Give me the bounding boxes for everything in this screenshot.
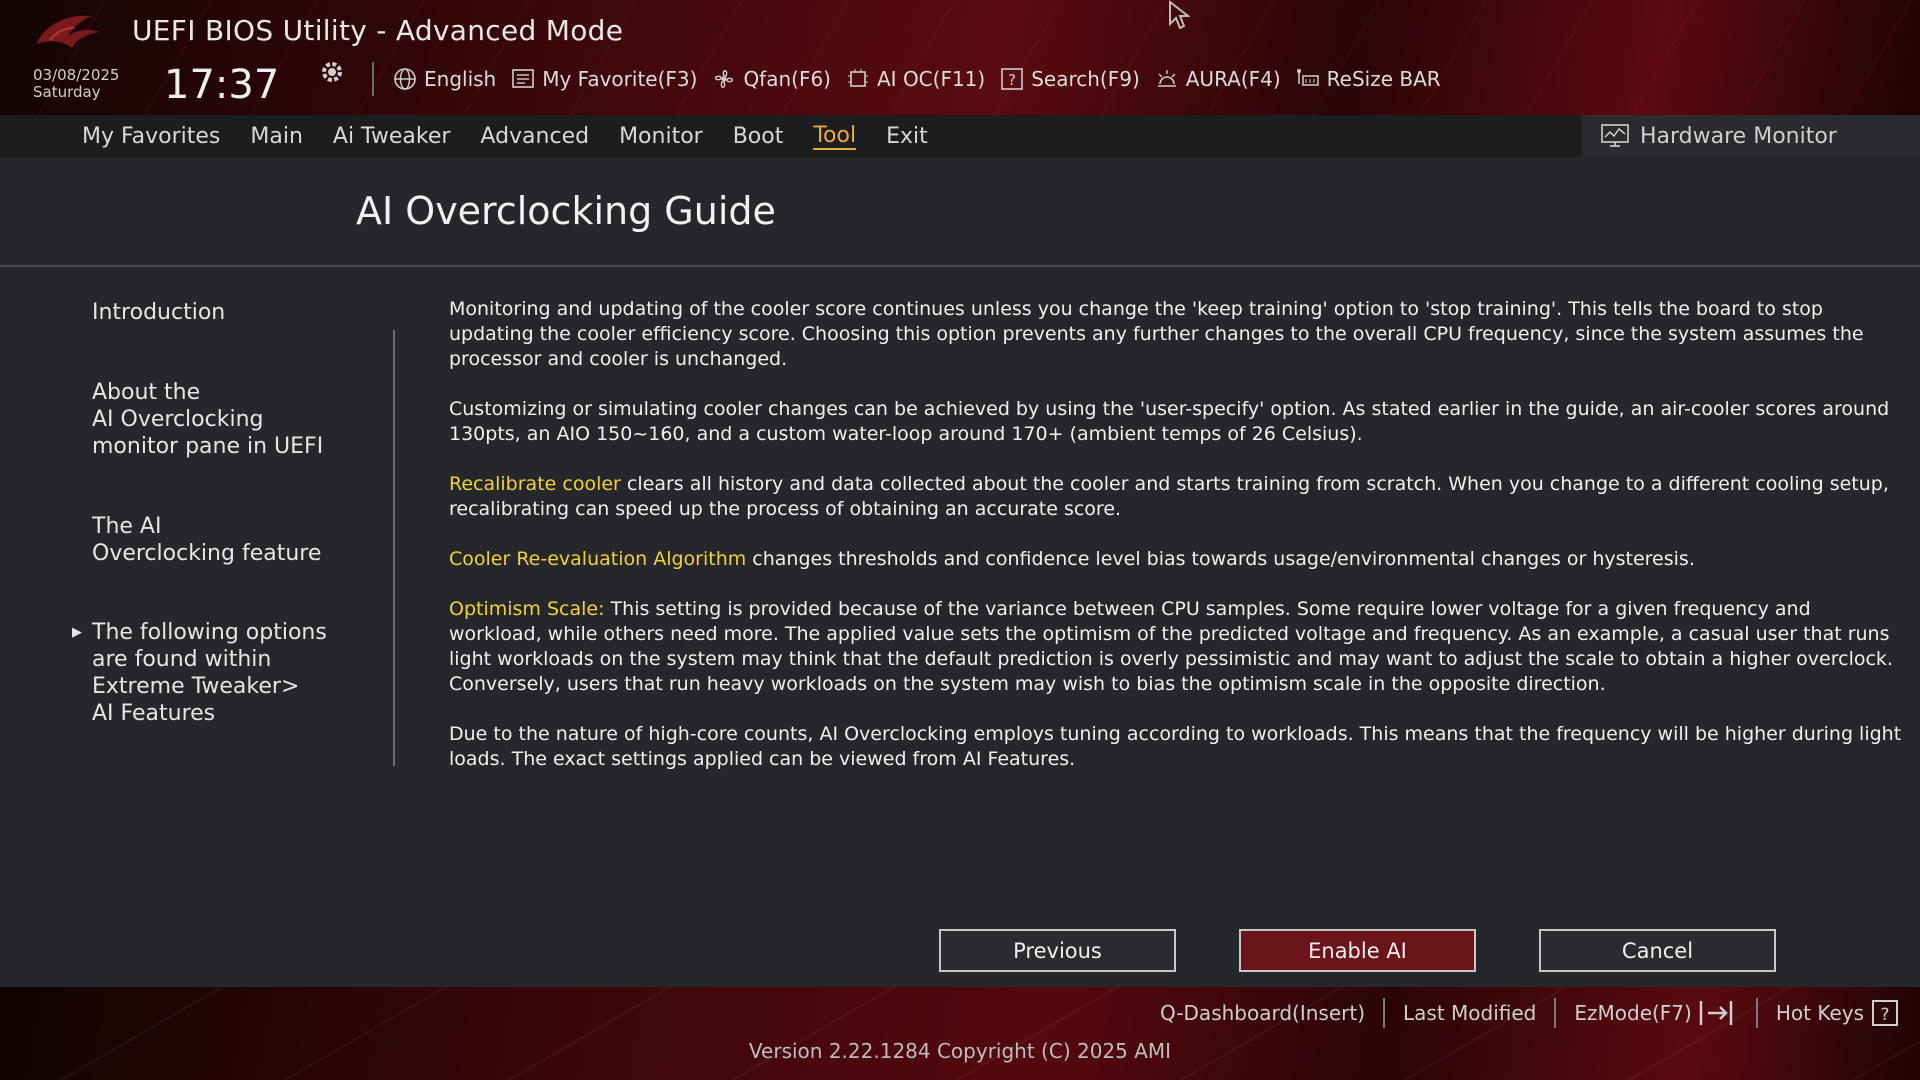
toolbar-my-favorite[interactable]: My Favorite(F3): [510, 66, 697, 92]
svg-text:?: ?: [1880, 1005, 1889, 1025]
selected-arrow-icon: ▶: [72, 625, 82, 640]
rog-logo-icon: [36, 15, 100, 48]
toolbar-resize-bar[interactable]: ReSize BAR: [1295, 66, 1441, 92]
tab-boot[interactable]: Boot: [733, 124, 784, 149]
paragraph-text: clears all history and data collected ab…: [449, 473, 1889, 520]
sidebar-item-following-options[interactable]: The following options are found within E…: [92, 619, 327, 727]
version-text: Version 2.22.1284 Copyright (C) 2025 AMI: [748, 1039, 1172, 1063]
toolbar-qfan[interactable]: Qfan(F6): [711, 66, 831, 92]
aura-light-icon: [1157, 70, 1176, 87]
tab-main[interactable]: Main: [250, 124, 303, 149]
ai-chip-icon: [848, 69, 868, 87]
last-modified-link[interactable]: Last Modified: [1403, 1001, 1536, 1025]
footer-divider: [1554, 998, 1557, 1028]
tab-my-favorites[interactable]: My Favorites: [82, 124, 220, 149]
sidebar-item-label: monitor pane in UEFI: [92, 434, 324, 459]
sidebar-item-introduction[interactable]: Introduction: [92, 299, 225, 326]
hardware-monitor-tab[interactable]: Hardware Monitor: [1582, 115, 1920, 157]
paragraph-optimism-scale: Optimism Scale: This setting is provided…: [449, 597, 1904, 697]
menu-tabs: My Favorites Main Ai Tweaker Advanced Mo…: [82, 115, 958, 157]
sidebar-item-label: The AI: [92, 514, 162, 539]
sidebar-divider: [393, 330, 395, 766]
tab-exit[interactable]: Exit: [886, 124, 928, 149]
date-text: 03/08/2025: [33, 66, 120, 84]
toolbar-divider: [372, 62, 374, 96]
paragraph-user-specify: Customizing or simulating cooler changes…: [449, 398, 1890, 445]
sidebar-item-about-monitor-pane[interactable]: About the AI Overclocking monitor pane i…: [92, 379, 323, 460]
guide-sidebar: Introduction About the AI Overclocking m…: [0, 267, 395, 987]
toolbar-resize-bar-label: ReSize BAR: [1326, 67, 1441, 91]
toolbar-aura[interactable]: AURA(F4): [1154, 66, 1281, 92]
paragraph-reevaluation: Cooler Re-evaluation Algorithm changes t…: [449, 547, 1904, 572]
gear-icon[interactable]: [318, 58, 346, 86]
monitor-chart-icon: [1601, 124, 1629, 147]
search-help-icon: ?: [1001, 68, 1024, 90]
tab-advanced[interactable]: Advanced: [480, 124, 589, 149]
sidebar-item-label: AI Features: [92, 701, 216, 726]
sidebar-item-ai-overclocking-feature[interactable]: The AI Overclocking feature: [92, 513, 321, 567]
toolbar: English My Favorite(F3) Qfan(F6) AI OC(F…: [392, 62, 1455, 96]
sidebar-item-label: AI Overclocking: [92, 407, 264, 432]
fan-icon: [715, 70, 734, 88]
q-dashboard-label: Q-Dashboard(Insert): [1160, 1001, 1366, 1025]
exit-arrow-icon: [1699, 1001, 1733, 1025]
paragraph-text: This setting is provided because of the …: [449, 598, 1893, 695]
ezmode-link[interactable]: EzMode(F7): [1574, 998, 1737, 1028]
toolbar-qfan-label: Qfan(F6): [743, 67, 831, 91]
highlight-optimism-scale: Optimism Scale:: [449, 598, 605, 620]
sidebar-item-label: Extreme Tweaker>: [92, 674, 300, 699]
highlight-cooler-reevaluation: Cooler Re-evaluation Algorithm: [449, 548, 747, 570]
toolbar-ai-oc[interactable]: AI OC(F11): [845, 66, 985, 92]
toolbar-search-label: Search(F9): [1031, 67, 1140, 91]
mouse-cursor-icon: [1169, 0, 1190, 30]
app-title: UEFI BIOS Utility - Advanced Mode: [132, 14, 624, 47]
sidebar-item-label: Overclocking feature: [92, 541, 322, 566]
page-title: AI Overclocking Guide: [356, 189, 776, 233]
toolbar-language-label: English: [424, 67, 497, 91]
hot-keys-link[interactable]: Hot Keys ?: [1776, 998, 1900, 1028]
tab-tool[interactable]: Tool: [813, 123, 857, 150]
enable-ai-button[interactable]: Enable AI: [1239, 929, 1476, 972]
date-display: 03/08/2025 Saturday: [33, 67, 119, 101]
previous-button[interactable]: Previous: [939, 929, 1176, 972]
paragraph-keep-training: Monitoring and updating of the cooler sc…: [449, 298, 1864, 370]
sidebar-item-label: Introduction: [92, 300, 226, 325]
hot-keys-label: Hot Keys: [1775, 1001, 1864, 1025]
last-modified-label: Last Modified: [1403, 1001, 1537, 1025]
sidebar-item-label: are found within: [92, 647, 272, 672]
svg-text:?: ?: [1008, 71, 1016, 89]
highlight-recalibrate-cooler: Recalibrate cooler: [449, 473, 621, 495]
hardware-monitor-label: Hardware Monitor: [1640, 123, 1837, 149]
toolbar-my-favorite-label: My Favorite(F3): [542, 67, 698, 91]
footer-links: Q-Dashboard(Insert) Last Modified EzMode…: [1160, 997, 1900, 1029]
globe-icon: [394, 68, 416, 90]
footer-divider: [1383, 998, 1386, 1028]
day-text: Saturday: [33, 83, 101, 101]
time-display: 17:37: [164, 62, 280, 108]
sidebar-item-label: About the: [92, 380, 201, 405]
q-dashboard-link[interactable]: Q-Dashboard(Insert): [1160, 1001, 1365, 1025]
toolbar-aura-label: AURA(F4): [1185, 67, 1281, 91]
toolbar-language[interactable]: English: [392, 66, 496, 92]
paragraph-high-core-counts: Due to the nature of high-core counts, A…: [449, 723, 1902, 770]
toolbar-ai-oc-label: AI OC(F11): [877, 67, 986, 91]
toolbar-search[interactable]: ? Search(F9): [999, 66, 1140, 92]
guide-header: AI Overclocking Guide: [0, 157, 1920, 267]
footer-bar: Q-Dashboard(Insert) Last Modified EzMode…: [0, 987, 1920, 1080]
paragraph-recalibrate: Recalibrate cooler clears all history an…: [449, 472, 1904, 522]
tab-ai-tweaker[interactable]: Ai Tweaker: [333, 124, 451, 149]
ezmode-label: EzMode(F7): [1574, 1001, 1692, 1025]
cancel-button[interactable]: Cancel: [1539, 929, 1776, 972]
tab-monitor[interactable]: Monitor: [619, 124, 703, 149]
sidebar-item-label: The following options: [92, 620, 327, 645]
top-bar: UEFI BIOS Utility - Advanced Mode 03/08/…: [0, 0, 1920, 115]
footer-divider: [1755, 998, 1758, 1028]
favorite-list-icon: [512, 69, 535, 88]
guide-content: Monitoring and updating of the cooler sc…: [449, 297, 1904, 797]
help-question-icon: ?: [1872, 1000, 1898, 1026]
resize-bar-icon: [1296, 69, 1319, 86]
paragraph-text: changes thresholds and confidence level …: [746, 548, 1695, 570]
